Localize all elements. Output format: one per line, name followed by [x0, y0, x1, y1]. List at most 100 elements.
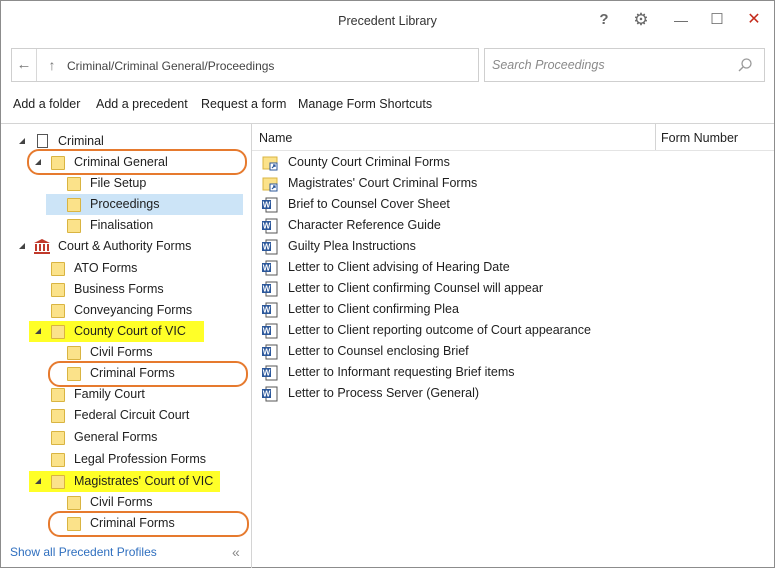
- window-title: Precedent Library: [338, 14, 437, 28]
- add-precedent-button[interactable]: Add a precedent: [96, 97, 188, 111]
- document-icon: [37, 134, 48, 148]
- precedent-list: Name Form Number County Court Criminal F…: [252, 124, 774, 568]
- address-bar: ← ↑ Criminal/Criminal General/Proceeding…: [11, 48, 479, 82]
- manage-form-shortcuts-button[interactable]: Manage Form Shortcuts: [298, 97, 432, 111]
- tree-item-federal-circuit-court[interactable]: Federal Circuit Court: [1, 405, 251, 426]
- folder-icon: [67, 219, 81, 233]
- tree-item-conveyancing-forms[interactable]: Conveyancing Forms: [1, 300, 251, 321]
- tree-item-label: Court & Authority Forms: [58, 239, 192, 253]
- tree-item-magistrates-court-vic[interactable]: Magistrates' Court of VIC: [1, 471, 251, 492]
- list-item[interactable]: W Letter to Process Server (General): [252, 383, 655, 404]
- up-arrow-icon[interactable]: ↑: [43, 49, 61, 81]
- tree-item-label: ATO Forms: [74, 261, 138, 275]
- word-document-icon: W: [262, 218, 278, 234]
- list-item[interactable]: W Letter to Client reporting outcome of …: [252, 320, 655, 341]
- word-document-icon: W: [262, 386, 278, 402]
- list-item-name: Magistrates' Court Criminal Forms: [288, 176, 478, 190]
- folder-icon: [51, 283, 65, 297]
- expand-arrow-icon[interactable]: [35, 478, 41, 484]
- list-item-name: Character Reference Guide: [288, 218, 441, 232]
- expand-arrow-icon[interactable]: [19, 243, 25, 249]
- list-item-name: Letter to Counsel enclosing Brief: [288, 344, 469, 358]
- word-document-icon: W: [262, 323, 278, 339]
- word-document-icon: W: [262, 197, 278, 213]
- tree-item-legal-profession-forms[interactable]: Legal Profession Forms: [1, 449, 251, 470]
- tree-item-label: Finalisation: [90, 218, 154, 232]
- folder-icon: [51, 409, 65, 423]
- word-document-icon: W: [262, 365, 278, 381]
- list-item-name: Letter to Informant requesting Brief ite…: [288, 365, 515, 379]
- minimize-button[interactable]: —: [669, 9, 693, 31]
- help-button[interactable]: ?: [592, 9, 616, 31]
- tree-item-county-court-vic[interactable]: County Court of VIC: [1, 321, 251, 342]
- settings-gear-icon[interactable]: ⚙: [629, 9, 653, 31]
- folder-icon: [51, 262, 65, 276]
- tree-item-ato-forms[interactable]: ATO Forms: [1, 258, 251, 279]
- svg-text:W: W: [263, 201, 271, 210]
- list-item[interactable]: County Court Criminal Forms: [252, 152, 655, 173]
- tree-item-finalisation[interactable]: Finalisation: [1, 215, 251, 236]
- list-item[interactable]: W Letter to Client confirming Counsel wi…: [252, 278, 655, 299]
- header-divider: [252, 150, 774, 151]
- column-header-form-number[interactable]: Form Number: [661, 126, 738, 151]
- word-document-icon: W: [262, 260, 278, 276]
- tree-item-civil-forms[interactable]: Civil Forms: [1, 342, 251, 363]
- tree-item-label: Legal Profession Forms: [74, 452, 207, 466]
- search-input[interactable]: [485, 49, 725, 81]
- column-separator[interactable]: [655, 124, 656, 150]
- maximize-button[interactable]: ☐: [705, 9, 729, 31]
- close-button[interactable]: ✕: [742, 9, 766, 31]
- expand-arrow-icon[interactable]: [35, 328, 41, 334]
- folder-icon: [67, 346, 81, 360]
- search-icon[interactable]: [737, 57, 753, 73]
- folder-icon: [51, 304, 65, 318]
- svg-text:W: W: [263, 306, 271, 315]
- tree-item-label: Proceedings: [90, 197, 160, 211]
- word-document-icon: W: [262, 302, 278, 318]
- list-item[interactable]: W Letter to Informant requesting Brief i…: [252, 362, 655, 383]
- tree-item-label: General Forms: [74, 430, 158, 444]
- add-folder-button[interactable]: Add a folder: [13, 97, 80, 111]
- folder-icon: [51, 475, 65, 489]
- list-item-name: Letter to Client reporting outcome of Co…: [288, 323, 591, 337]
- list-item[interactable]: W Letter to Client confirming Plea: [252, 299, 655, 320]
- list-item[interactable]: W Letter to Client advising of Hearing D…: [252, 257, 655, 278]
- back-arrow-icon[interactable]: ←: [12, 49, 37, 81]
- tree-item-court-authority-forms[interactable]: Court & Authority Forms: [1, 236, 251, 257]
- court-building-icon: [34, 239, 50, 254]
- expand-arrow-icon[interactable]: [19, 138, 25, 144]
- title-bar: Precedent Library ? ⚙ — ☐ ✕: [1, 1, 774, 41]
- precedent-library-window: Precedent Library ? ⚙ — ☐ ✕ ← ↑ Criminal…: [0, 0, 775, 568]
- list-item[interactable]: W Letter to Counsel enclosing Brief: [252, 341, 655, 362]
- tree-item-general-forms[interactable]: General Forms: [1, 427, 251, 448]
- list-item-name: Letter to Client advising of Hearing Dat…: [288, 260, 510, 274]
- folder-shortcut-icon: [262, 156, 278, 171]
- tree-item-file-setup[interactable]: File Setup: [1, 173, 251, 194]
- tree-item-label: File Setup: [90, 176, 147, 190]
- svg-text:W: W: [263, 285, 271, 294]
- list-item[interactable]: Magistrates' Court Criminal Forms: [252, 173, 655, 194]
- list-item[interactable]: W Brief to Counsel Cover Sheet: [252, 194, 655, 215]
- word-document-icon: W: [262, 281, 278, 297]
- tree-item-family-court[interactable]: Family Court: [1, 384, 251, 405]
- word-document-icon: W: [262, 344, 278, 360]
- tree-item-proceedings[interactable]: Proceedings: [46, 194, 243, 215]
- tree-item-label: Civil Forms: [90, 345, 153, 359]
- folder-icon: [67, 198, 81, 212]
- list-item[interactable]: W Character Reference Guide: [252, 215, 655, 236]
- column-header-name[interactable]: Name: [259, 126, 292, 151]
- list-item-name: Letter to Process Server (General): [288, 386, 480, 400]
- collapse-pane-icon[interactable]: «: [232, 545, 248, 561]
- request-form-button[interactable]: Request a form: [201, 97, 286, 111]
- tree-item-civil-forms[interactable]: Civil Forms: [1, 492, 251, 513]
- folder-tree: Criminal Criminal General File Setup Pro…: [1, 124, 251, 544]
- address-path[interactable]: Criminal/Criminal General/Proceedings: [67, 59, 274, 73]
- word-document-icon: W: [262, 239, 278, 255]
- tree-item-business-forms[interactable]: Business Forms: [1, 279, 251, 300]
- folder-icon: [67, 496, 81, 510]
- list-item-name: Guilty Plea Instructions: [288, 239, 416, 253]
- list-item-name: Letter to Client confirming Counsel will…: [288, 281, 543, 295]
- list-item[interactable]: W Guilty Plea Instructions: [252, 236, 655, 257]
- tree-item-label: Business Forms: [74, 282, 164, 296]
- show-all-precedent-profiles-link[interactable]: Show all Precedent Profiles: [10, 545, 157, 559]
